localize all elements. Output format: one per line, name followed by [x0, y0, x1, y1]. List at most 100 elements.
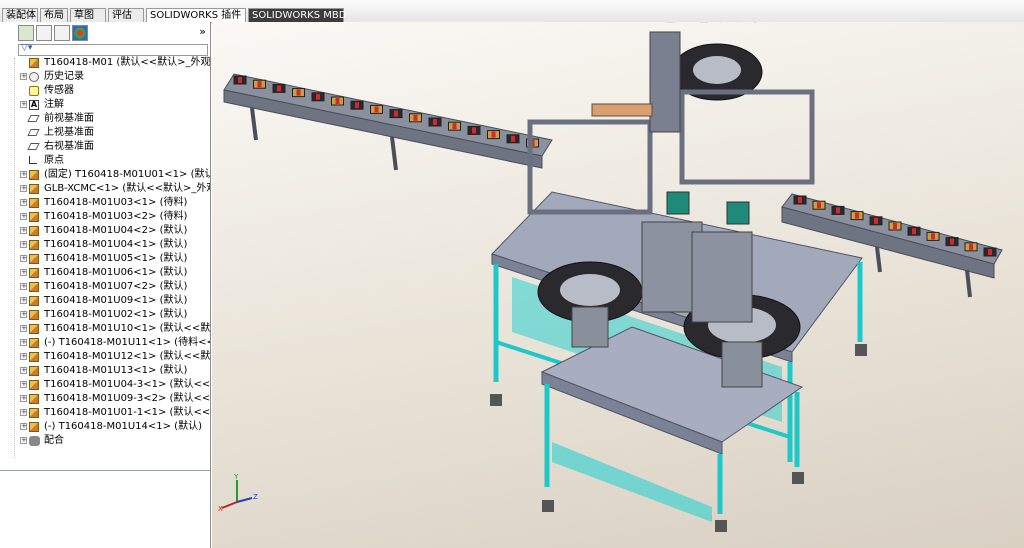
expand-toggle-icon[interactable]: +	[20, 353, 27, 360]
view-settings-icon[interactable]: ⚙	[782, 22, 796, 26]
tree-item-label: GLB-XCMC<1> (默认<<默认>_外观 显	[44, 183, 210, 194]
tree-item[interactable]: + T160418-M01U06<1> (默认)	[18, 266, 210, 280]
plane-icon	[27, 143, 40, 150]
view-orientation-icon[interactable]: ▣	[697, 22, 711, 26]
property-manager-tab-icon[interactable]	[36, 25, 52, 41]
expand-toggle-icon[interactable]: +	[20, 227, 27, 234]
zoom-area-icon[interactable]: ⊕	[629, 22, 643, 26]
expand-toggle-icon[interactable]: +	[20, 241, 27, 248]
tree-filter-input[interactable]: ▽▾	[18, 43, 208, 56]
roller-marker	[969, 243, 973, 250]
panel-divider[interactable]	[0, 470, 210, 471]
previous-view-icon[interactable]: ↶	[646, 22, 660, 26]
tree-item[interactable]: + T160418-M01U01-1<1> (默认<<默认	[18, 406, 210, 420]
expand-toggle-icon[interactable]: +	[20, 423, 27, 430]
tree-item[interactable]: + 配合	[18, 434, 210, 448]
tab-4[interactable]: SOLIDWORKS 插件	[146, 8, 246, 22]
expand-toggle-icon[interactable]: +	[20, 185, 27, 192]
expand-toggle-icon[interactable]: +	[20, 409, 27, 416]
asm-icon	[29, 212, 39, 222]
tree-item[interactable]: + T160418-M01U03<1> (待料)	[18, 196, 210, 210]
expand-toggle-icon[interactable]: +	[20, 171, 27, 178]
display-style-icon[interactable]: ◑	[714, 22, 728, 26]
tree-item[interactable]: 传感器	[18, 84, 210, 98]
expand-toggle-icon[interactable]: +	[20, 213, 27, 220]
collapse-panel-button[interactable]: »	[199, 25, 206, 38]
tree-item-label: T160418-M01U09-3<2> (默认<<默认	[44, 393, 210, 404]
expand-toggle-icon[interactable]: +	[20, 269, 27, 276]
assembly-model-render[interactable]	[212, 22, 1024, 548]
tree-item-label: 右视基准面	[44, 141, 94, 152]
zoom-to-fit-icon[interactable]: ⊕	[612, 22, 626, 26]
tree-item-label: T160418-M01U10<1> (默认<<默认>	[44, 323, 210, 334]
tree-item[interactable]: + T160418-M01U03<2> (待料)	[18, 210, 210, 224]
tree-item-label: 上视基准面	[44, 127, 94, 138]
tab-0[interactable]: 装配体	[2, 8, 38, 22]
feature-manager-tab-icon[interactable]	[18, 25, 34, 41]
tree-item[interactable]: 原点	[18, 154, 210, 168]
expand-toggle-icon[interactable]: +	[20, 283, 27, 290]
tree-item[interactable]: + T160418-M01U04<2> (默认)	[18, 224, 210, 238]
svg-text:Y: Y	[233, 473, 239, 481]
expand-toggle-icon[interactable]: +	[20, 297, 27, 304]
tree-item-label: 原点	[44, 155, 64, 166]
tree-item[interactable]: + (固定) T160418-M01U01<1> (默认)	[18, 168, 210, 182]
expand-toggle-icon[interactable]: +	[20, 339, 27, 346]
apply-scene-icon[interactable]: ◈	[765, 22, 779, 26]
expand-toggle-icon[interactable]: +	[20, 101, 27, 108]
tab-1[interactable]: 布局	[40, 8, 68, 22]
edit-appearance-icon[interactable]: ●	[748, 22, 762, 26]
tree-item[interactable]: + T160418-M01U04<1> (默认)	[18, 238, 210, 252]
expand-toggle-icon[interactable]: +	[20, 367, 27, 374]
tree-item[interactable]: + T160418-M01U12<1> (默认<<默认>	[18, 350, 210, 364]
tree-item[interactable]: + 历史记录	[18, 70, 210, 84]
tab-5[interactable]: SOLIDWORKS MBD	[248, 8, 346, 22]
expand-toggle-icon[interactable]: +	[20, 381, 27, 388]
tree-item[interactable]: + A 注解	[18, 98, 210, 112]
tree-item[interactable]: + (-) T160418-M01U11<1> (待料<<待	[18, 336, 210, 350]
expand-toggle-icon[interactable]: +	[20, 255, 27, 262]
tree-item[interactable]: + T160418-M01U09-3<2> (默认<<默认	[18, 392, 210, 406]
tree-item[interactable]: + GLB-XCMC<1> (默认<<默认>_外观 显	[18, 182, 210, 196]
tree-item[interactable]: + T160418-M01U09<1> (默认)	[18, 294, 210, 308]
roller-marker	[355, 102, 359, 109]
configuration-manager-tab-icon[interactable]	[54, 25, 70, 41]
tree-item[interactable]: T160418-M01 (默认<<默认>_外观 显示	[18, 56, 210, 70]
tree-item[interactable]: 上视基准面	[18, 126, 210, 140]
expand-toggle-icon[interactable]: +	[20, 73, 27, 80]
asm-icon	[29, 366, 39, 376]
tree-item-label: (固定) T160418-M01U01<1> (默认)	[44, 169, 210, 180]
roller-marker	[413, 114, 418, 121]
tree-item[interactable]: + T160418-M01U10<1> (默认<<默认>	[18, 322, 210, 336]
tab-3[interactable]: 评估	[108, 8, 144, 22]
roller-marker	[817, 202, 821, 209]
tree-item-label: 历史记录	[44, 71, 84, 82]
tree-item[interactable]: + T160418-M01U13<1> (默认)	[18, 364, 210, 378]
sens-icon	[29, 86, 39, 96]
display-manager-tab-icon[interactable]	[72, 25, 88, 41]
tab-2[interactable]: 草图	[70, 8, 106, 22]
asm-icon	[29, 324, 39, 334]
hist-icon	[29, 72, 39, 82]
tree-item[interactable]: + T160418-M01U05<1> (默认)	[18, 252, 210, 266]
origin-icon	[29, 156, 37, 164]
roller-marker	[335, 98, 340, 104]
expand-toggle-icon[interactable]: +	[20, 395, 27, 402]
hide-show-icon[interactable]: ◐	[731, 22, 745, 26]
tree-item-label: 传感器	[44, 85, 74, 96]
expand-toggle-icon[interactable]: +	[20, 325, 27, 332]
roller-marker	[472, 127, 476, 134]
tree-item[interactable]: 右视基准面	[18, 140, 210, 154]
graphics-viewport[interactable]: ⊕⊕↶◫✎▣◑◐●◈⚙ X Y Z	[212, 22, 1024, 548]
expand-toggle-icon[interactable]: +	[20, 199, 27, 206]
tree-item[interactable]: + (-) T160418-M01U14<1> (默认)	[18, 420, 210, 434]
plane-icon	[27, 115, 40, 122]
expand-toggle-icon[interactable]: +	[20, 437, 27, 444]
tree-item[interactable]: 前视基准面	[18, 112, 210, 126]
dynamic-annotation-icon[interactable]: ✎	[680, 22, 694, 26]
tree-item[interactable]: + T160418-M01U07<2> (默认)	[18, 280, 210, 294]
tree-item[interactable]: + T160418-M01U02<1> (默认)	[18, 308, 210, 322]
tree-item[interactable]: + T160418-M01U04-3<1> (默认<<默认	[18, 378, 210, 392]
section-view-icon[interactable]: ◫	[663, 22, 677, 26]
expand-toggle-icon[interactable]: +	[20, 311, 27, 318]
